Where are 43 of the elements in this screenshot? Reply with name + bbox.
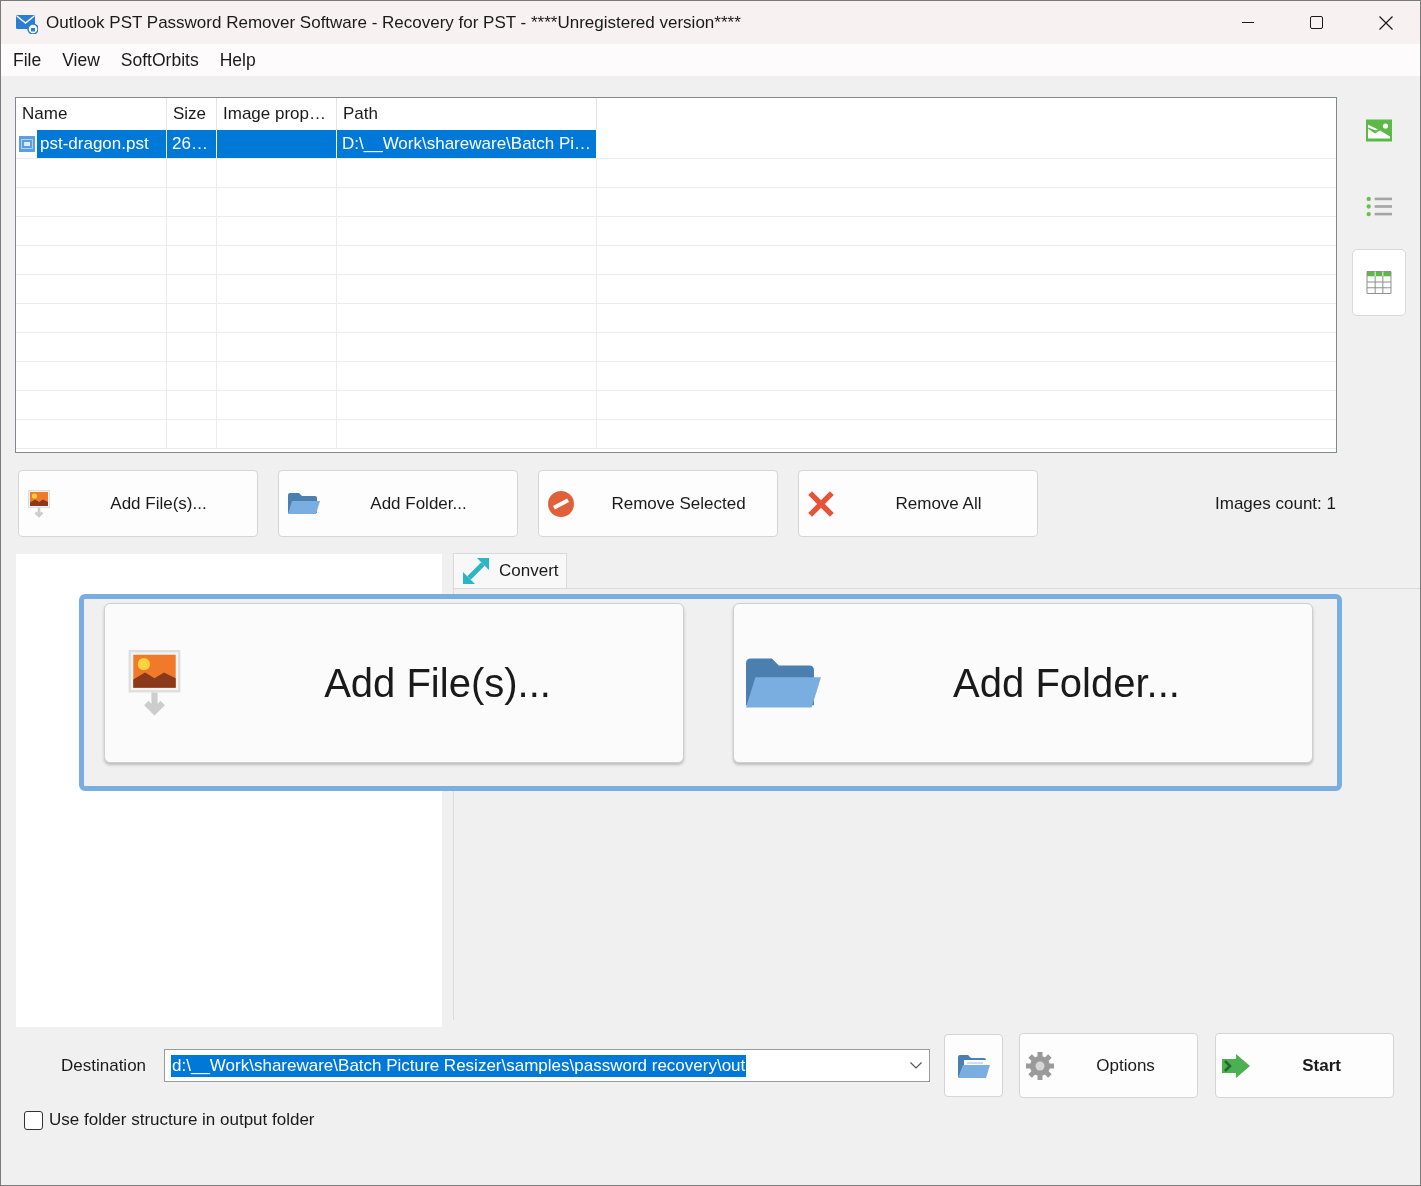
file-icon xyxy=(19,136,35,152)
table-cell[interactable]: pst-dragon.pst xyxy=(37,130,166,158)
window-title: Outlook PST Password Remover Software - Recovery for PST - ****Unregistered version**** xyxy=(46,12,741,33)
maximize-icon xyxy=(1310,16,1323,29)
picture-arrow-icon xyxy=(28,489,50,518)
tab[interactable]: Convert xyxy=(453,553,567,588)
list-icon xyxy=(1366,195,1392,218)
folder-icon xyxy=(288,493,320,514)
destination-combo[interactable]: d:\__Work\shareware\Batch Picture Resizer\samples\password recovery\out xyxy=(164,1049,931,1082)
file-action-button[interactable]: Add Folder... xyxy=(278,470,518,537)
menu-item[interactable]: SoftOrbits xyxy=(120,49,199,71)
file-action-button[interactable]: Remove Selected xyxy=(538,470,778,537)
settings-icon xyxy=(1026,1051,1055,1080)
cross-icon xyxy=(808,490,834,517)
menu-item[interactable]: Help xyxy=(219,49,256,71)
diagonal-arrow-icon xyxy=(463,558,489,584)
checkbox-label[interactable]: Use folder structure in output folder xyxy=(49,1110,315,1130)
menu-item[interactable]: File xyxy=(13,49,42,71)
file-action-button[interactable]: Add File(s)... xyxy=(18,470,258,537)
folder-icon xyxy=(745,658,821,708)
large-add-button[interactable]: Add Folder... xyxy=(733,603,1313,763)
images-count: Images count: 1 xyxy=(1215,493,1336,514)
destination-label: Destination xyxy=(61,1055,147,1076)
menu-item[interactable]: View xyxy=(62,49,100,71)
destination-value: d:\__Work\shareware\Batch Picture Resizer\samples\password recovery\out xyxy=(171,1054,747,1077)
checkbox[interactable] xyxy=(24,1110,43,1130)
table-cell: 26… xyxy=(167,130,217,158)
picture-icon xyxy=(1366,119,1392,142)
table-cell: D:\__Work\shareware\Batch Pi… xyxy=(337,130,597,158)
large-add-button[interactable]: Add File(s)... xyxy=(104,603,684,763)
minimize-icon xyxy=(1241,22,1254,23)
table-icon xyxy=(1366,271,1392,294)
picture-arrow-icon xyxy=(127,650,181,716)
chevron-down-icon xyxy=(910,1062,923,1069)
options-button[interactable]: Options xyxy=(1019,1033,1199,1098)
start-button[interactable]: Start xyxy=(1215,1033,1395,1098)
arrow-icon xyxy=(1222,1053,1251,1078)
view-button[interactable] xyxy=(1352,249,1406,316)
no-entry-icon xyxy=(548,490,574,517)
close-icon xyxy=(1378,15,1393,30)
folder-icon xyxy=(957,1053,990,1078)
browse-button[interactable] xyxy=(944,1034,1004,1097)
file-action-button[interactable]: Remove All xyxy=(798,470,1038,537)
